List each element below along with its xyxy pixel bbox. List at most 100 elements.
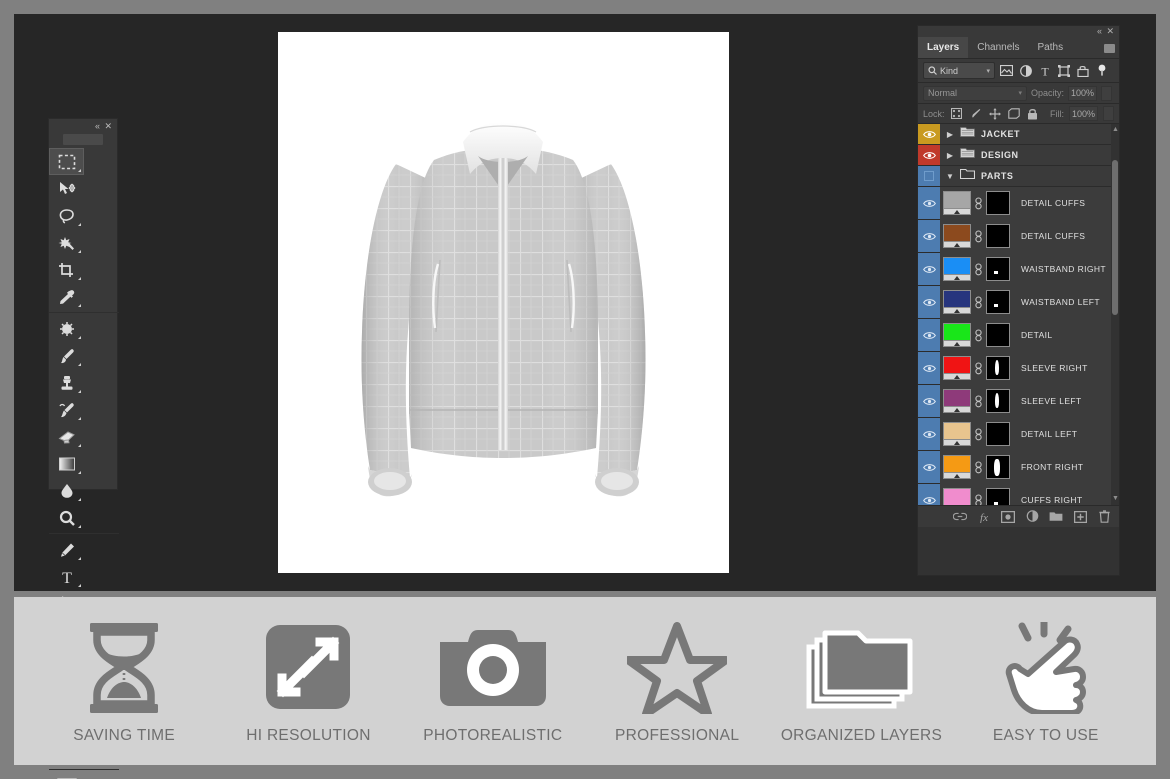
close-icon[interactable]: ✕	[104, 121, 112, 131]
layer-mask-thumbnail[interactable]	[986, 389, 1010, 413]
gradient-tool[interactable]	[49, 450, 84, 477]
link-mask-icon[interactable]	[974, 196, 983, 210]
layer-mask-thumbnail[interactable]	[986, 290, 1010, 314]
tools-panel[interactable]: « ✕ T	[48, 118, 119, 779]
layer-row-body[interactable]: DETAIL	[940, 318, 1119, 352]
blur-tool[interactable]	[49, 477, 84, 504]
eyedropper-tool[interactable]	[49, 283, 84, 310]
layers-panel[interactable]: « ✕ Layers Channels Paths Kind ▾ T Norma…	[917, 25, 1120, 576]
lock-transparent-pixels-icon[interactable]	[950, 107, 964, 121]
collapse-icon[interactable]: «	[1097, 26, 1102, 37]
new-adjustment-layer-icon[interactable]	[1025, 510, 1039, 524]
tab-paths[interactable]: Paths	[1029, 37, 1073, 58]
layer-mask-thumbnail[interactable]	[986, 257, 1010, 281]
spot-healing-brush-tool[interactable]	[49, 315, 84, 342]
layer-mask-thumbnail[interactable]	[986, 224, 1010, 248]
layer-row-body[interactable]: SLEEVE LEFT	[940, 384, 1119, 418]
layer-group-design[interactable]: ▶ DESIGN	[918, 145, 1119, 166]
layer-row[interactable]: SLEEVE RIGHT	[918, 351, 1119, 385]
layer-list[interactable]: ▶ JACKET ▶ DESIGN ▼ PARTS DETAIL CUFFS D…	[918, 124, 1119, 505]
magic-wand-tool[interactable]	[49, 229, 84, 256]
blend-mode-select[interactable]: Normal ▾	[923, 85, 1027, 101]
scrollbar-thumb[interactable]	[1112, 160, 1118, 315]
layer-mask-thumbnail[interactable]	[986, 323, 1010, 347]
layer-thumbnail[interactable]	[943, 191, 971, 215]
visibility-toggle[interactable]	[918, 166, 940, 186]
visibility-toggle[interactable]	[918, 418, 940, 450]
opacity-stepper[interactable]	[1101, 85, 1113, 101]
scroll-up-icon[interactable]: ▲	[1112, 126, 1119, 134]
new-group-icon[interactable]	[1049, 510, 1063, 524]
visibility-toggle[interactable]	[918, 253, 940, 285]
layer-row-body[interactable]: WAISTBAND RIGHT	[940, 252, 1119, 286]
delete-layer-icon[interactable]	[1097, 510, 1111, 524]
link-mask-icon[interactable]	[974, 361, 983, 375]
pixel-layer-filter-icon[interactable]	[999, 63, 1014, 78]
layer-thumbnail[interactable]	[943, 422, 971, 446]
type-tool[interactable]: T	[49, 563, 84, 590]
pen-tool[interactable]	[49, 536, 84, 563]
shape-layer-filter-icon[interactable]	[1056, 63, 1071, 78]
layer-thumbnail[interactable]	[943, 455, 971, 479]
fill-stepper[interactable]	[1103, 106, 1114, 121]
layer-thumbnail[interactable]	[943, 290, 971, 314]
layer-list-scrollbar[interactable]: ▲ ▼	[1111, 124, 1119, 505]
close-icon[interactable]: ✕	[1106, 26, 1114, 37]
lock-artboard-nesting-icon[interactable]	[1007, 107, 1021, 121]
link-mask-icon[interactable]	[974, 427, 983, 441]
lasso-tool[interactable]	[49, 202, 84, 229]
panel-menu-icon[interactable]	[1104, 44, 1115, 53]
visibility-toggle[interactable]	[918, 286, 940, 318]
visibility-toggle[interactable]	[918, 187, 940, 219]
brush-tool[interactable]	[49, 342, 84, 369]
visibility-checkbox[interactable]	[924, 171, 934, 181]
lock-all-icon[interactable]	[1026, 107, 1040, 121]
link-mask-icon[interactable]	[974, 229, 983, 243]
layer-thumbnail[interactable]	[943, 488, 971, 505]
layer-row-body[interactable]: CUFFS RIGHT	[940, 483, 1119, 505]
link-mask-icon[interactable]	[974, 328, 983, 342]
link-mask-icon[interactable]	[974, 295, 983, 309]
visibility-toggle[interactable]	[918, 220, 940, 252]
dodge-tool[interactable]	[49, 504, 84, 531]
layer-mask-thumbnail[interactable]	[986, 488, 1010, 505]
layer-row-body[interactable]: DETAIL CUFFS	[940, 186, 1119, 220]
marquee-tool[interactable]	[49, 148, 84, 175]
visibility-toggle[interactable]	[918, 385, 940, 417]
opacity-input[interactable]: 100%	[1068, 85, 1098, 101]
layer-row-body[interactable]: DETAIL LEFT	[940, 417, 1119, 451]
move-tool[interactable]	[49, 175, 84, 202]
visibility-toggle[interactable]	[918, 145, 940, 165]
tab-channels[interactable]: Channels	[968, 37, 1028, 58]
layer-thumbnail[interactable]	[943, 224, 971, 248]
layer-row-body[interactable]: FRONT RIGHT	[940, 450, 1119, 484]
collapse-group-arrow[interactable]: ▼	[940, 172, 960, 181]
layer-row[interactable]: WAISTBAND LEFT	[918, 285, 1119, 319]
link-mask-icon[interactable]	[974, 394, 983, 408]
layer-mask-thumbnail[interactable]	[986, 191, 1010, 215]
adjustment-layer-filter-icon[interactable]	[1018, 63, 1033, 78]
kind-filter-select[interactable]: Kind ▾	[923, 62, 995, 79]
link-layers-icon[interactable]	[953, 510, 967, 524]
expand-group-arrow[interactable]: ▶	[940, 151, 960, 160]
new-layer-icon[interactable]	[1073, 510, 1087, 524]
visibility-toggle[interactable]	[918, 124, 940, 144]
fill-input[interactable]: 100%	[1069, 106, 1098, 121]
visibility-toggle[interactable]	[918, 319, 940, 351]
link-mask-icon[interactable]	[974, 262, 983, 276]
type-layer-filter-icon[interactable]: T	[1037, 63, 1052, 78]
collapse-icon[interactable]: «	[95, 121, 100, 131]
scroll-down-icon[interactable]: ▼	[1112, 495, 1119, 503]
visibility-toggle[interactable]	[918, 484, 940, 505]
expand-group-arrow[interactable]: ▶	[940, 130, 960, 139]
clone-stamp-tool[interactable]	[49, 369, 84, 396]
add-layer-style-icon[interactable]: fx	[977, 510, 991, 524]
layer-row[interactable]: DETAIL CUFFS	[918, 219, 1119, 253]
layer-row-body[interactable]: DETAIL CUFFS	[940, 219, 1119, 253]
layer-thumbnail[interactable]	[943, 257, 971, 281]
lock-position-icon[interactable]	[988, 107, 1002, 121]
layer-mask-thumbnail[interactable]	[986, 356, 1010, 380]
visibility-toggle[interactable]	[918, 451, 940, 483]
eraser-tool[interactable]	[49, 423, 84, 450]
history-brush-tool[interactable]	[49, 396, 84, 423]
